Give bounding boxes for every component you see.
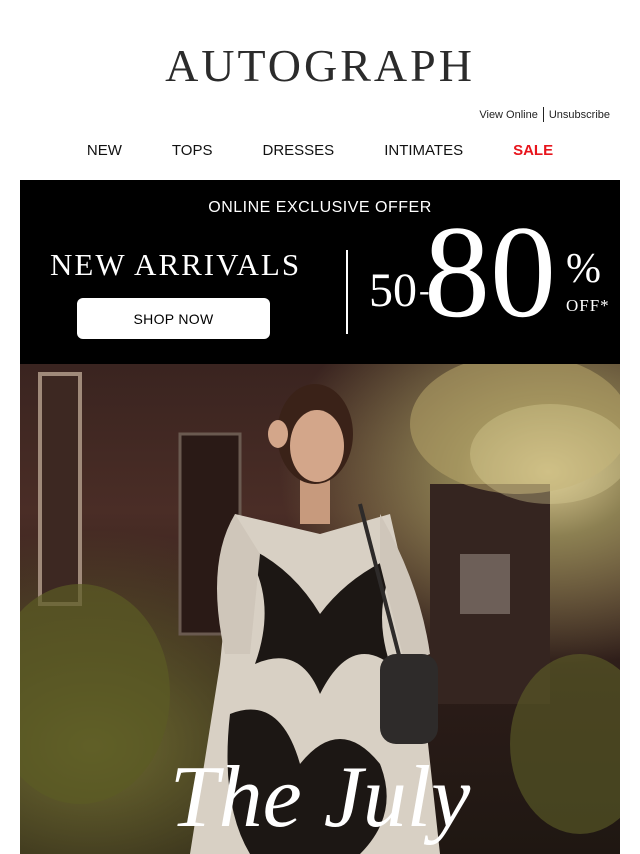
discount-graphic: 50 - 80 % OFF* <box>366 206 616 350</box>
view-online-link[interactable]: View Online <box>479 109 538 121</box>
brand-logo[interactable]: AUTOGRAPH <box>0 40 640 92</box>
banner-headline: NEW ARRIVALS <box>50 247 302 282</box>
neck <box>300 479 330 524</box>
percent-sign: % <box>566 246 601 292</box>
discount-high: 80 <box>424 198 556 345</box>
door-frame <box>38 372 82 606</box>
hero-title: The July <box>169 749 471 846</box>
utility-divider <box>542 107 544 122</box>
discount-low: 50 <box>369 264 417 317</box>
main-nav: NEW TOPS DRESSES INTIMATES SALE <box>0 142 640 159</box>
offer-banner[interactable]: ONLINE EXCLUSIVE OFFER NEW ARRIVALS SHOP… <box>20 180 620 364</box>
hero-image[interactable]: The July <box>20 364 620 854</box>
shop-now-button[interactable]: SHOP NOW <box>77 298 270 339</box>
raised-hand <box>268 420 288 448</box>
face <box>290 410 344 482</box>
wall-plaque <box>460 554 510 614</box>
utility-links: View Online Unsubscribe <box>479 107 610 122</box>
off-label: OFF* <box>566 296 610 315</box>
nav-item-dresses[interactable]: DRESSES <box>262 142 334 159</box>
banner-divider <box>346 250 348 334</box>
unsubscribe-link[interactable]: Unsubscribe <box>549 109 610 121</box>
nav-item-tops[interactable]: TOPS <box>172 142 213 159</box>
nav-item-sale[interactable]: SALE <box>513 142 553 159</box>
handbag <box>380 654 438 744</box>
nav-item-intimates[interactable]: INTIMATES <box>384 142 463 159</box>
nav-item-new[interactable]: NEW <box>87 142 122 159</box>
